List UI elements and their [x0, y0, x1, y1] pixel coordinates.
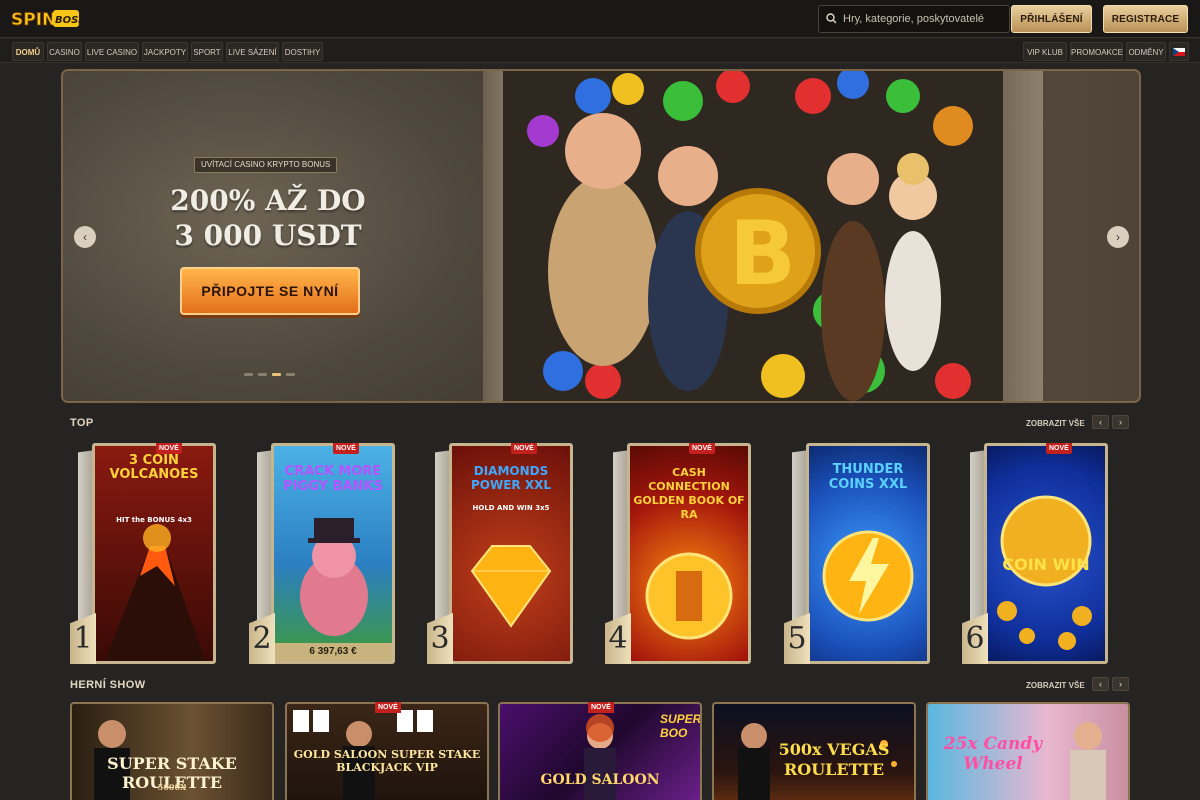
show-card-1[interactable]: SUPER STAKE ROULETTE 5000X [70, 702, 274, 800]
nav-item-racing[interactable]: DOSTIHY [282, 42, 323, 61]
banner-headline-2: 3 000 USDT [174, 219, 362, 252]
game-thumbnail: CRACK MORE PIGGY BANKS 6 397,63 € [274, 446, 392, 661]
shows-next-button[interactable]: › [1112, 677, 1129, 691]
game-thumbnail: THUNDER COINS XXL [809, 446, 927, 661]
top-see-all-link[interactable]: ZOBRAZIT VŠE [1026, 419, 1085, 428]
nav-item-jackpots[interactable]: JACKPOTY [142, 42, 188, 61]
join-now-button[interactable]: PŘIPOJTE SE NYNÍ [180, 267, 360, 315]
game-card-1[interactable]: 3 COIN VOLCANOES HIT the BONUS 4x3 1 [70, 443, 216, 664]
chevron-left-icon: ‹ [83, 230, 87, 244]
top-section-title: TOP [70, 417, 94, 429]
site-logo[interactable]: SPIN BOSS [10, 6, 86, 32]
show-title: 25x Candy Wheel [943, 734, 1043, 774]
game-card-2[interactable]: CRACK MORE PIGGY BANKS 6 397,63 € 2 [249, 443, 395, 664]
nav-item-vip-club[interactable]: VIP KLUB [1023, 42, 1067, 61]
show-title: GOLD SALOON SUPER STAKE BLACKJACK VIP [293, 748, 481, 774]
show-card-4[interactable]: 500x VEGAS ROULETTE [712, 702, 916, 800]
game-subtitle: HIT the BONUS 4x3 [116, 516, 192, 524]
game-thumbnail: 3 COIN VOLCANOES HIT the BONUS 4x3 [95, 446, 213, 661]
nav-item-home[interactable]: DOMŮ [12, 42, 44, 61]
carousel-prev-button[interactable]: ‹ [74, 226, 96, 248]
rank-number: 3 [427, 613, 453, 664]
nav-item-live-casino[interactable]: LIVE CASINO [85, 42, 139, 61]
new-badge: NOVÉ [511, 443, 537, 454]
game-thumbnail: DIAMONDS POWER XXL HOLD AND WIN 3x5 [452, 446, 570, 661]
rank-number: 5 [784, 613, 810, 664]
rank-number: 2 [249, 613, 275, 664]
game-subtitle: HOLD AND WIN 3x5 [472, 504, 550, 512]
nav-item-promotions[interactable]: PROMOAKCE [1070, 42, 1123, 61]
game-card-3[interactable]: DIAMONDS POWER XXL HOLD AND WIN 3x5 3 [427, 443, 573, 664]
show-subtitle: SUPER BOO [660, 712, 702, 740]
top-prev-button[interactable]: ‹ [1092, 415, 1109, 429]
shows-see-all-link[interactable]: ZOBRAZIT VŠE [1026, 681, 1085, 690]
game-title: COIN WIN [1002, 555, 1090, 574]
new-badge: NOVÉ [375, 702, 401, 713]
chevron-left-icon: ‹ [1099, 417, 1102, 427]
chevron-right-icon: › [1116, 230, 1120, 244]
game-card-5[interactable]: THUNDER COINS XXL 5 [784, 443, 930, 664]
show-card-2[interactable]: GOLD SALOON SUPER STAKE BLACKJACK VIP [285, 702, 489, 800]
carousel-dot[interactable] [286, 373, 295, 376]
search-placeholder: Hry, kategorie, poskytovatelé [843, 13, 985, 25]
nav-item-sport[interactable]: SPORT [191, 42, 223, 61]
game-title: DIAMONDS POWER XXL [471, 464, 551, 492]
main-nav: DOMŮ CASINO LIVE CASINO JACKPOTY SPORT L… [0, 39, 1200, 63]
carousel-next-button[interactable]: › [1107, 226, 1129, 248]
game-title: CRACK MORE PIGGY BANKS [283, 464, 383, 494]
new-badge: NOVÉ [588, 702, 614, 713]
game-title: THUNDER COINS XXL [828, 462, 908, 492]
show-title: 500x VEGAS ROULETTE [778, 740, 890, 779]
nav-item-rewards[interactable]: ODMĚNY [1126, 42, 1166, 61]
banner-image: B [483, 71, 1043, 401]
rank-number: 6 [962, 613, 988, 664]
game-title: CASH CONNECTION GOLDEN BOOK OF RA [633, 466, 745, 521]
carousel-dot[interactable] [244, 373, 253, 376]
search-input[interactable]: Hry, kategorie, poskytovatelé [818, 5, 1010, 33]
game-thumbnail: COIN WIN [987, 446, 1105, 661]
search-icon [826, 13, 837, 24]
svg-text:BOSS: BOSS [55, 15, 80, 26]
new-badge: NOVÉ [156, 443, 182, 454]
game-card-6[interactable]: COIN WIN 6 [962, 443, 1108, 664]
rank-number: 4 [605, 613, 631, 664]
banner-tag: UVÍTACÍ CASINO KRYPTO BONUS [194, 157, 338, 173]
top-next-button[interactable]: › [1112, 415, 1129, 429]
game-title: 3 COIN VOLCANOES [109, 453, 199, 482]
register-button[interactable]: REGISTRACE [1103, 5, 1188, 33]
chevron-right-icon: › [1119, 679, 1122, 689]
banner-headline-1: 200% AŽ DO [170, 184, 366, 217]
new-badge: NOVÉ [1046, 443, 1072, 454]
shows-prev-button[interactable]: ‹ [1092, 677, 1109, 691]
login-button[interactable]: PŘIHLÁŠENÍ [1011, 5, 1092, 33]
carousel-dots [244, 363, 300, 381]
carousel-dot[interactable] [258, 373, 267, 376]
jackpot-amount: 6 397,63 € [274, 643, 392, 661]
game-thumbnail: CASH CONNECTION GOLDEN BOOK OF RA [630, 446, 748, 661]
new-badge: NOVÉ [333, 443, 359, 454]
show-title: GOLD SALOON [540, 772, 660, 788]
show-card-3[interactable]: GOLD SALOON SUPER BOO [498, 702, 702, 800]
rank-number: 1 [70, 613, 96, 664]
shows-section-title: HERNÍ SHOW [70, 679, 146, 691]
chevron-right-icon: › [1119, 417, 1122, 427]
nav-item-casino[interactable]: CASINO [47, 42, 82, 61]
game-card-4[interactable]: CASH CONNECTION GOLDEN BOOK OF RA 4 [605, 443, 751, 664]
chevron-left-icon: ‹ [1099, 679, 1102, 689]
nav-item-live-betting[interactable]: LIVE SÁZENÍ [226, 42, 279, 61]
show-subtitle: 5000X [157, 782, 187, 792]
svg-text:B: B [729, 202, 796, 305]
show-card-5[interactable]: 25x Candy Wheel [926, 702, 1130, 800]
carousel-dot-active[interactable] [272, 373, 281, 376]
promo-banner[interactable]: B UVÍTACÍ CASINO KRYPTO BONUS 200% AŽ DO… [61, 69, 1141, 403]
top-bar: SPIN BOSS Hry, kategorie, poskytovatelé … [0, 0, 1200, 38]
svg-text:SPIN: SPIN [11, 10, 56, 30]
new-badge: NOVÉ [689, 443, 715, 454]
language-flag-icon[interactable] [1169, 42, 1189, 61]
